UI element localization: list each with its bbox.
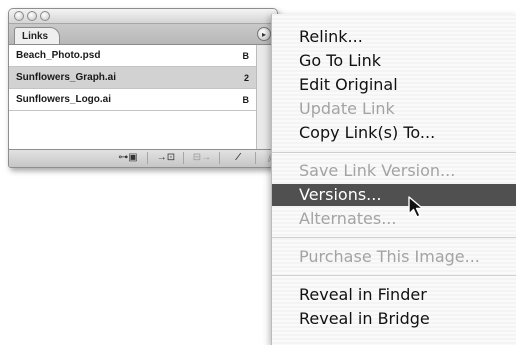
links-panel-menu: Relink... Go To Link Edit Original Updat… [271,14,516,345]
link-name: Sunflowers_Graph.ai [16,72,117,83]
table-row[interactable]: Sunflowers_Logo.ai B [9,89,277,111]
link-name: Sunflowers_Logo.ai [16,94,112,105]
menu-item-alternates[interactable]: Alternates... [272,208,516,230]
menu-item-reveal-in-finder[interactable]: Reveal in Finder [272,284,516,306]
menu-item-purchase-image[interactable]: Purchase This Image... [272,246,516,268]
link-page: B [242,95,250,105]
list-empty-area [9,111,277,149]
panel-menu-icon[interactable]: ▸ [257,27,271,41]
menu-item-go-to-link[interactable]: Go To Link [272,50,516,72]
close-window-icon[interactable] [14,11,24,21]
menu-item-versions[interactable]: Versions... [272,184,516,206]
menu-item-edit-original[interactable]: Edit Original [272,74,516,96]
table-row[interactable]: Beach_Photo.psd B [9,45,277,67]
update-link-icon[interactable]: ⊟→ [185,152,220,164]
links-panel: Links ▸ Beach_Photo.psd B Sunflowers_Gra… [8,8,278,168]
menu-item-relink[interactable]: Relink... [272,26,516,48]
panel-titlebar[interactable] [9,9,277,24]
table-row[interactable]: Sunflowers_Graph.ai 2 [9,67,277,89]
minimize-window-icon[interactable] [27,11,37,21]
panel-tabstrip: Links ▸ [9,24,277,45]
link-page: 2 [243,73,249,83]
menu-item-copy-links-to[interactable]: Copy Link(s) To... [272,122,516,144]
links-list: Beach_Photo.psd B Sunflowers_Graph.ai 2 … [9,45,277,149]
menu-item-update-link[interactable]: Update Link [272,98,516,120]
relink-icon[interactable]: ⊶▣ [109,152,148,164]
link-page: B [242,51,250,61]
go-to-link-icon[interactable]: →⊡ [149,152,184,164]
menu-separator [272,275,516,276]
zoom-window-icon[interactable] [40,11,50,21]
menu-separator [272,152,516,153]
link-name: Beach_Photo.psd [16,50,101,61]
edit-original-icon[interactable]: ⁄ [221,152,256,164]
menu-item-save-link-version[interactable]: Save Link Version... [272,160,516,182]
menu-separator [272,237,516,238]
panel-toolbar: ⊶▣ →⊡ ⊟→ ⁄ ⫽ [9,149,277,167]
arrow-pointer-icon [408,196,424,218]
tab-links[interactable]: Links [14,27,60,44]
menu-item-reveal-in-bridge[interactable]: Reveal in Bridge [272,308,516,330]
